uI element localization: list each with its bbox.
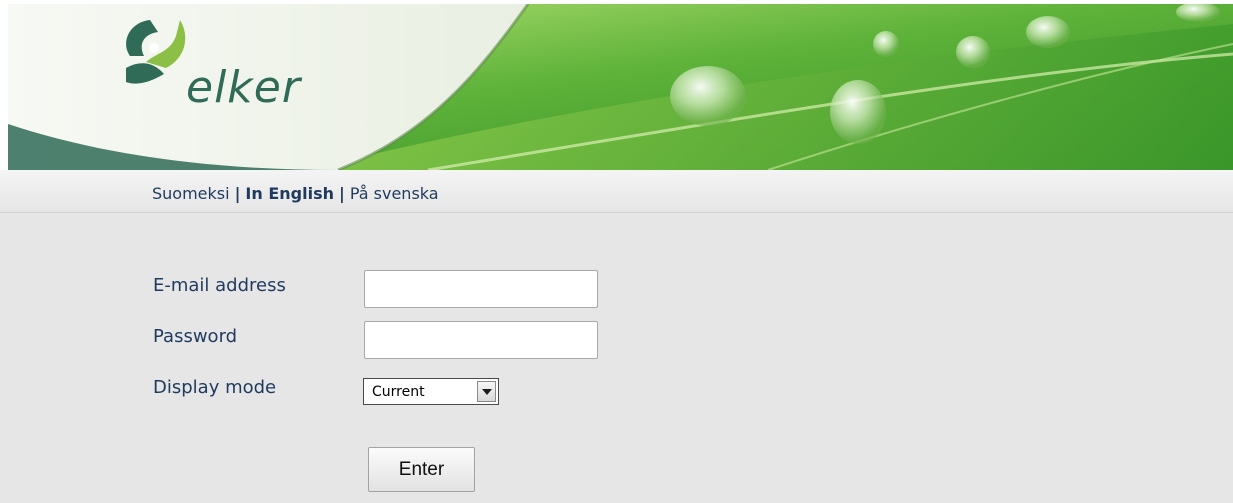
language-separator: | (338, 184, 345, 203)
dropdown-arrow-button[interactable] (477, 381, 496, 402)
language-selector: Suomeksi | In English | På svenska (152, 184, 439, 203)
header-banner: elker (8, 4, 1233, 170)
email-field[interactable] (364, 270, 598, 308)
login-form: E-mail address Password Display mode Cur… (0, 213, 1233, 503)
password-field[interactable] (364, 321, 598, 359)
language-separator: | (234, 184, 241, 203)
language-link-swedish[interactable]: På svenska (350, 184, 439, 203)
enter-button[interactable]: Enter (368, 447, 475, 492)
language-bar: Suomeksi | In English | På svenska (0, 170, 1233, 213)
language-link-finnish[interactable]: Suomeksi (152, 184, 230, 203)
display-mode-select[interactable]: Current (363, 378, 499, 405)
login-page: elker Suomeksi | In English | På svenska E-m… (0, 0, 1233, 503)
language-link-english[interactable]: In English (245, 184, 334, 203)
brand-name: elker (186, 62, 301, 113)
display-mode-label: Display mode (153, 377, 277, 398)
password-label: Password (153, 326, 238, 347)
chevron-down-icon (482, 389, 492, 395)
display-mode-value: Current (372, 384, 425, 400)
email-label: E-mail address (153, 275, 286, 296)
